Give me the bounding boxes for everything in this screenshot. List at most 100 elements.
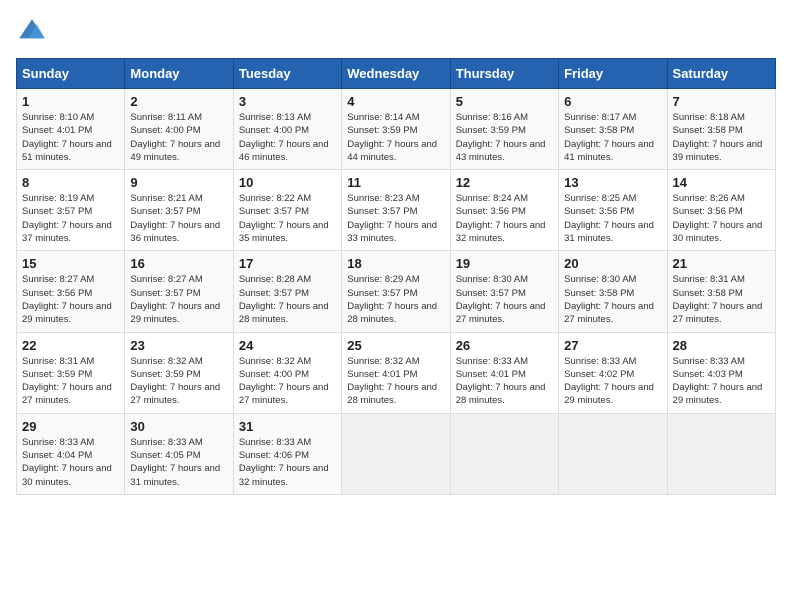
calendar-cell: 14 Sunrise: 8:26 AMSunset: 3:56 PMDaylig… [667,170,775,251]
calendar-cell: 25 Sunrise: 8:32 AMSunset: 4:01 PMDaylig… [342,332,450,413]
column-header-friday: Friday [559,59,667,89]
day-number: 21 [673,256,770,271]
day-number: 17 [239,256,336,271]
day-info: Sunrise: 8:22 AMSunset: 3:57 PMDaylight:… [239,193,329,244]
day-info: Sunrise: 8:33 AMSunset: 4:03 PMDaylight:… [673,356,763,407]
day-number: 5 [456,94,553,109]
day-number: 30 [130,419,227,434]
calendar-cell: 23 Sunrise: 8:32 AMSunset: 3:59 PMDaylig… [125,332,233,413]
day-info: Sunrise: 8:18 AMSunset: 3:58 PMDaylight:… [673,112,763,163]
day-info: Sunrise: 8:10 AMSunset: 4:01 PMDaylight:… [22,112,112,163]
day-number: 13 [564,175,661,190]
calendar-cell: 30 Sunrise: 8:33 AMSunset: 4:05 PMDaylig… [125,413,233,494]
day-number: 2 [130,94,227,109]
column-header-monday: Monday [125,59,233,89]
calendar-cell: 24 Sunrise: 8:32 AMSunset: 4:00 PMDaylig… [233,332,341,413]
calendar-cell: 12 Sunrise: 8:24 AMSunset: 3:56 PMDaylig… [450,170,558,251]
calendar-cell: 21 Sunrise: 8:31 AMSunset: 3:58 PMDaylig… [667,251,775,332]
day-info: Sunrise: 8:14 AMSunset: 3:59 PMDaylight:… [347,112,437,163]
calendar-cell: 9 Sunrise: 8:21 AMSunset: 3:57 PMDayligh… [125,170,233,251]
day-info: Sunrise: 8:30 AMSunset: 3:58 PMDaylight:… [564,274,654,325]
day-number: 18 [347,256,444,271]
day-info: Sunrise: 8:27 AMSunset: 3:57 PMDaylight:… [130,274,220,325]
day-number: 24 [239,338,336,353]
calendar-header-row: SundayMondayTuesdayWednesdayThursdayFrid… [17,59,776,89]
calendar-cell: 31 Sunrise: 8:33 AMSunset: 4:06 PMDaylig… [233,413,341,494]
page-header [16,16,776,48]
day-info: Sunrise: 8:33 AMSunset: 4:05 PMDaylight:… [130,437,220,488]
calendar-cell: 6 Sunrise: 8:17 AMSunset: 3:58 PMDayligh… [559,89,667,170]
day-info: Sunrise: 8:33 AMSunset: 4:04 PMDaylight:… [22,437,112,488]
day-info: Sunrise: 8:31 AMSunset: 3:58 PMDaylight:… [673,274,763,325]
day-number: 16 [130,256,227,271]
column-header-sunday: Sunday [17,59,125,89]
day-number: 1 [22,94,119,109]
calendar-cell [667,413,775,494]
day-info: Sunrise: 8:21 AMSunset: 3:57 PMDaylight:… [130,193,220,244]
calendar-cell: 3 Sunrise: 8:13 AMSunset: 4:00 PMDayligh… [233,89,341,170]
day-info: Sunrise: 8:32 AMSunset: 4:00 PMDaylight:… [239,356,329,407]
day-number: 25 [347,338,444,353]
day-info: Sunrise: 8:16 AMSunset: 3:59 PMDaylight:… [456,112,546,163]
logo [16,16,52,48]
day-info: Sunrise: 8:31 AMSunset: 3:59 PMDaylight:… [22,356,112,407]
day-info: Sunrise: 8:17 AMSunset: 3:58 PMDaylight:… [564,112,654,163]
calendar-cell: 26 Sunrise: 8:33 AMSunset: 4:01 PMDaylig… [450,332,558,413]
day-number: 6 [564,94,661,109]
calendar-cell: 16 Sunrise: 8:27 AMSunset: 3:57 PMDaylig… [125,251,233,332]
calendar-cell: 17 Sunrise: 8:28 AMSunset: 3:57 PMDaylig… [233,251,341,332]
day-number: 28 [673,338,770,353]
calendar-cell [342,413,450,494]
calendar-cell: 27 Sunrise: 8:33 AMSunset: 4:02 PMDaylig… [559,332,667,413]
calendar-cell: 15 Sunrise: 8:27 AMSunset: 3:56 PMDaylig… [17,251,125,332]
logo-icon [16,16,48,48]
day-info: Sunrise: 8:13 AMSunset: 4:00 PMDaylight:… [239,112,329,163]
calendar-cell [559,413,667,494]
calendar-cell: 28 Sunrise: 8:33 AMSunset: 4:03 PMDaylig… [667,332,775,413]
day-number: 23 [130,338,227,353]
day-info: Sunrise: 8:33 AMSunset: 4:01 PMDaylight:… [456,356,546,407]
day-number: 26 [456,338,553,353]
day-number: 4 [347,94,444,109]
day-info: Sunrise: 8:30 AMSunset: 3:57 PMDaylight:… [456,274,546,325]
day-number: 29 [22,419,119,434]
day-number: 27 [564,338,661,353]
day-number: 8 [22,175,119,190]
calendar-cell: 20 Sunrise: 8:30 AMSunset: 3:58 PMDaylig… [559,251,667,332]
day-number: 20 [564,256,661,271]
day-number: 10 [239,175,336,190]
day-number: 12 [456,175,553,190]
day-number: 14 [673,175,770,190]
day-info: Sunrise: 8:26 AMSunset: 3:56 PMDaylight:… [673,193,763,244]
day-number: 9 [130,175,227,190]
day-number: 31 [239,419,336,434]
calendar-cell: 22 Sunrise: 8:31 AMSunset: 3:59 PMDaylig… [17,332,125,413]
calendar-cell: 4 Sunrise: 8:14 AMSunset: 3:59 PMDayligh… [342,89,450,170]
calendar-cell: 2 Sunrise: 8:11 AMSunset: 4:00 PMDayligh… [125,89,233,170]
day-number: 11 [347,175,444,190]
calendar-week-row: 15 Sunrise: 8:27 AMSunset: 3:56 PMDaylig… [17,251,776,332]
calendar-cell: 8 Sunrise: 8:19 AMSunset: 3:57 PMDayligh… [17,170,125,251]
calendar-cell: 10 Sunrise: 8:22 AMSunset: 3:57 PMDaylig… [233,170,341,251]
calendar-cell: 13 Sunrise: 8:25 AMSunset: 3:56 PMDaylig… [559,170,667,251]
calendar-week-row: 8 Sunrise: 8:19 AMSunset: 3:57 PMDayligh… [17,170,776,251]
day-info: Sunrise: 8:33 AMSunset: 4:02 PMDaylight:… [564,356,654,407]
day-info: Sunrise: 8:32 AMSunset: 4:01 PMDaylight:… [347,356,437,407]
calendar-cell: 11 Sunrise: 8:23 AMSunset: 3:57 PMDaylig… [342,170,450,251]
calendar-cell [450,413,558,494]
calendar-cell: 7 Sunrise: 8:18 AMSunset: 3:58 PMDayligh… [667,89,775,170]
day-info: Sunrise: 8:19 AMSunset: 3:57 PMDaylight:… [22,193,112,244]
calendar-cell: 5 Sunrise: 8:16 AMSunset: 3:59 PMDayligh… [450,89,558,170]
day-info: Sunrise: 8:27 AMSunset: 3:56 PMDaylight:… [22,274,112,325]
column-header-wednesday: Wednesday [342,59,450,89]
column-header-saturday: Saturday [667,59,775,89]
day-info: Sunrise: 8:25 AMSunset: 3:56 PMDaylight:… [564,193,654,244]
calendar-cell: 18 Sunrise: 8:29 AMSunset: 3:57 PMDaylig… [342,251,450,332]
calendar-week-row: 22 Sunrise: 8:31 AMSunset: 3:59 PMDaylig… [17,332,776,413]
calendar-table: SundayMondayTuesdayWednesdayThursdayFrid… [16,58,776,495]
day-info: Sunrise: 8:23 AMSunset: 3:57 PMDaylight:… [347,193,437,244]
day-info: Sunrise: 8:11 AMSunset: 4:00 PMDaylight:… [130,112,220,163]
day-info: Sunrise: 8:32 AMSunset: 3:59 PMDaylight:… [130,356,220,407]
day-number: 22 [22,338,119,353]
calendar-cell: 1 Sunrise: 8:10 AMSunset: 4:01 PMDayligh… [17,89,125,170]
